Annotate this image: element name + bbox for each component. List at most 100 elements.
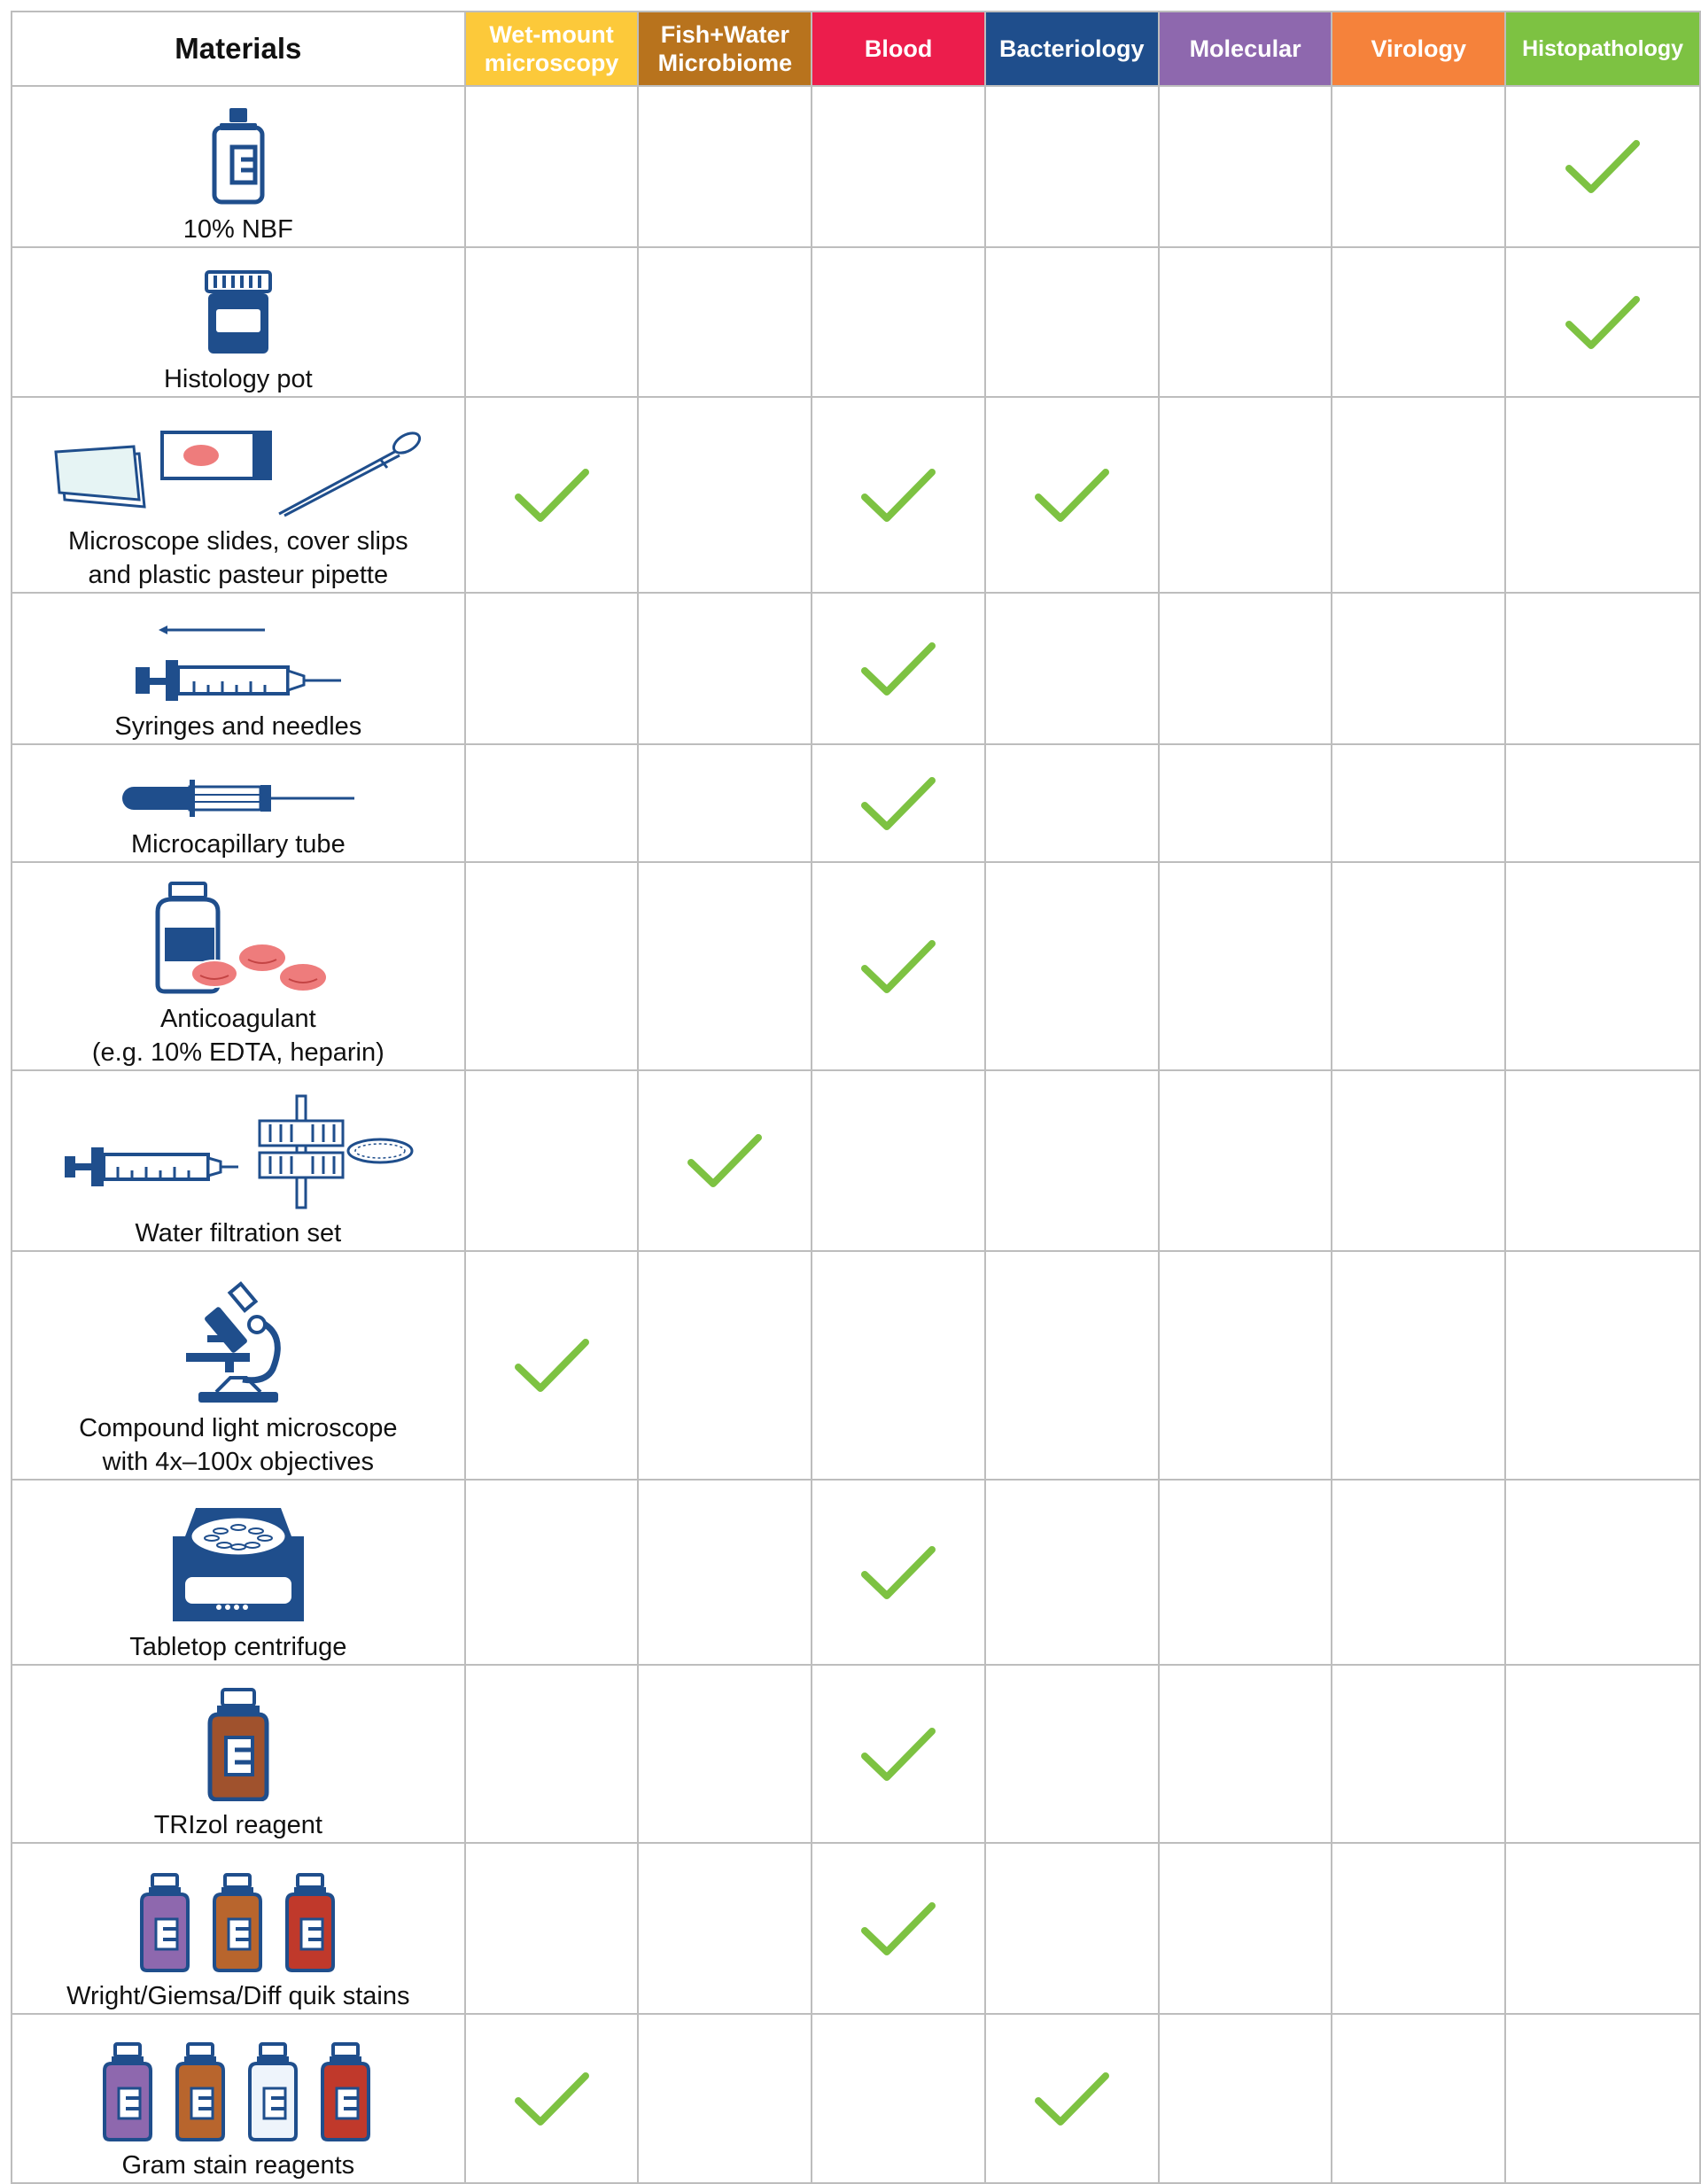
material-cell: Tabletop centrifuge [11,1479,466,1666]
check-cell [1331,592,1507,745]
check-cell [1157,1479,1333,1666]
material-cell: Histology pot [11,246,466,398]
check-cell [1157,1842,1333,2015]
material-label: Microcapillary tube [130,830,346,859]
checkmark-icon [861,641,936,696]
material-label: Tabletop centrifuge [129,1633,347,1661]
check-cell [983,861,1160,1071]
stain-bottles-icon [139,1873,335,1972]
check-cell [1331,2013,1507,2184]
checkmark-icon [861,1727,936,1781]
check-cell [1331,743,1507,863]
material-label: Gram stain reagents [121,2151,355,2180]
check-cell [637,1664,813,1844]
check-cell [1157,1250,1333,1481]
check-cell [463,743,640,863]
check-cell [983,246,1160,398]
header-wet-mount-microscopy: Wet-mount microscopy [463,11,640,87]
material-cell: Microscope slides, cover slips and plast… [11,396,466,594]
check-cell [463,2013,640,2184]
check-cell [811,743,986,863]
water-filtration-icon [64,1094,414,1209]
table-row: Syringes and needles [11,592,1701,745]
check-cell [463,246,640,398]
check-cell [637,592,813,745]
check-cell [1504,1479,1701,1666]
check-cell [637,861,813,1071]
check-cell [463,1250,640,1481]
check-cell [1331,396,1507,594]
material-label: Microscope slides, cover slips [68,527,408,556]
checkmark-icon [1565,295,1641,349]
check-cell [1331,1250,1507,1481]
check-cell [1331,1664,1507,1844]
table-row: Compound light microscope with 4x–100x o… [11,1250,1701,1481]
check-cell [1504,396,1701,594]
header-fish-water-microbiome: Fish+Water Microbiome [637,11,813,87]
checkmark-icon [687,1134,763,1187]
check-cell [1504,85,1701,248]
check-cell [811,861,986,1071]
check-cell [637,1069,813,1252]
syringe-needle-icon [135,626,341,701]
material-cell: Syringes and needles [11,592,466,745]
check-cell [811,396,986,594]
formalin-bottle-icon [212,108,265,205]
check-cell [811,1250,986,1481]
check-cell [983,1069,1160,1252]
material-label: Anticoagulant [159,1005,316,1033]
check-cell [811,2013,986,2184]
check-cell [983,85,1160,248]
material-label: Histology pot [163,365,313,393]
check-cell [463,396,640,594]
table-row: Gram stain reagents [11,2013,1701,2184]
check-cell [1331,1479,1507,1666]
check-cell [637,743,813,863]
checkmark-icon [861,1901,936,1955]
checkmark-icon [1034,2071,1109,2126]
checkmark-icon [1034,468,1109,522]
check-cell [637,396,813,594]
table-row: Microscope slides, cover slips and plast… [11,396,1701,594]
header-line: Fish+Water [660,21,790,48]
checkmark-icon [861,939,936,993]
check-cell [637,85,813,248]
check-cell [1331,246,1507,398]
check-cell [1331,861,1507,1071]
check-cell [811,1069,986,1252]
header-molecular: Molecular [1157,11,1333,87]
material-cell: Wright/Giemsa/Diff quik stains [11,1842,466,2015]
header-blood: Blood [811,11,986,87]
gram-stain-bottles-icon [102,2042,370,2141]
check-cell [1504,1069,1701,1252]
header-histopathology: Histopathology [1504,11,1701,87]
check-cell [983,1250,1160,1481]
check-cell [463,85,640,248]
checkmark-icon [861,468,936,522]
table-row: TRIzol reagent [11,1664,1701,1844]
checkmark-icon [514,1339,589,1392]
check-cell [1331,1842,1507,2015]
check-cell [637,246,813,398]
check-cell [983,2013,1160,2184]
check-cell [1504,246,1701,398]
check-cell [811,1664,986,1844]
material-label: Compound light microscope [79,1414,398,1442]
materials-table: Materials Wet-mount microscopy Fish+Water… [11,11,1701,2184]
check-cell [1157,85,1333,248]
header-line: Microbiome [657,50,793,76]
header-bacteriology: Bacteriology [983,11,1160,87]
slides-pipette-icon [54,431,421,517]
check-cell [811,592,986,745]
check-cell [637,1842,813,2015]
check-cell [983,396,1160,594]
material-label: with 4x–100x objectives [102,1448,374,1476]
check-cell [811,246,986,398]
table-row: Anticoagulant (e.g. 10% EDTA, heparin) [11,861,1701,1071]
check-cell [983,1664,1160,1844]
check-cell [1504,1842,1701,2015]
check-cell [811,1479,986,1666]
check-cell [1504,1250,1701,1481]
check-cell [983,743,1160,863]
check-cell [811,1842,986,2015]
